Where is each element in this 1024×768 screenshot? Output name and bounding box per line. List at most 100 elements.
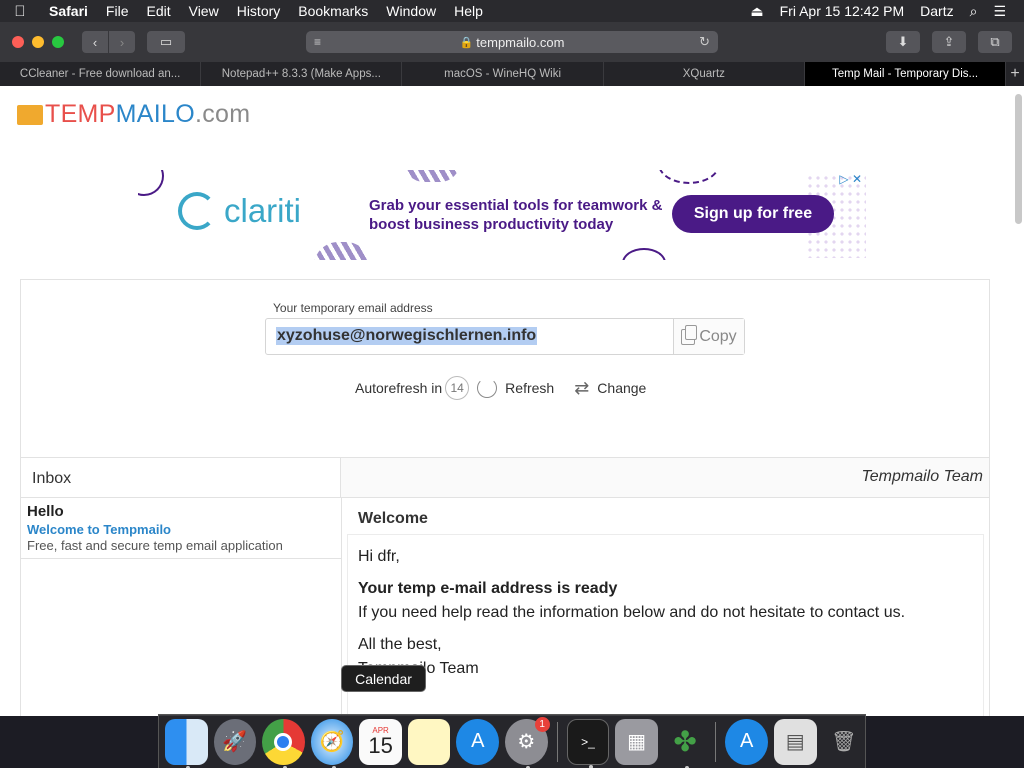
app-store-icon[interactable]: A [456, 718, 500, 765]
message-closing: All the best, [358, 636, 442, 653]
minimize-window-button[interactable] [32, 36, 44, 48]
dock-tooltip: Calendar [341, 665, 426, 692]
refresh-icon[interactable] [477, 378, 498, 398]
ad-choices-icon[interactable]: ▷ ✕ [839, 172, 862, 186]
address-bar[interactable]: ≡ 🔒 tempmailo.com ↻ [306, 31, 718, 53]
list-item-preview: Free, fast and secure temp email applica… [27, 538, 283, 553]
tab-tempmail[interactable]: Temp Mail - Temporary Dis... [804, 62, 1007, 86]
tab-ccleaner[interactable]: CCleaner - Free download an... [0, 62, 202, 86]
eject-icon[interactable]: ⏏ [742, 3, 771, 20]
lock-icon: 🔒 [459, 36, 474, 49]
share-icon[interactable]: ⇪ [932, 31, 966, 53]
decor-stripes [314, 242, 370, 260]
tab-bar: CCleaner - Free download an... Notepad++… [0, 62, 1024, 86]
tab-xquartz[interactable]: XQuartz [604, 62, 805, 86]
tab-winehq[interactable]: macOS - WineHQ Wiki [402, 62, 604, 86]
message-body: Hi dfr, Your temp e-mail address is read… [347, 534, 984, 716]
ad-brand: clariti [178, 192, 301, 230]
app-store-downloads-icon[interactable]: A [725, 718, 768, 765]
tab-overview-icon[interactable]: ⧉ [978, 31, 1012, 53]
zoom-window-button[interactable] [52, 36, 64, 48]
new-tab-button[interactable]: + [1006, 62, 1024, 86]
message-heading: Your temp e-mail address is ready [358, 580, 618, 597]
logo-text-com: .com [194, 100, 251, 128]
chrome-icon[interactable] [262, 718, 305, 768]
notification-badge: 1 [534, 716, 550, 732]
ad-headline: Grab your essential tools for teamwork &… [369, 197, 663, 233]
message-sender-title: Tempmailo Team [861, 468, 983, 485]
inbox-header: Inbox Tempmailo Team [21, 457, 989, 498]
menu-view[interactable]: View [180, 3, 228, 19]
terminal-icon[interactable]: >_ [566, 718, 610, 768]
ad-signup-button[interactable]: Sign up for free [672, 195, 834, 233]
decor-arc [622, 248, 666, 260]
autorefresh-label: Autorefresh in [355, 380, 443, 396]
list-item-subject: Welcome to Tempmailo [27, 522, 171, 537]
launchpad-icon[interactable]: 🚀 [213, 718, 257, 765]
copy-button[interactable]: Copy [673, 319, 744, 354]
safari-icon[interactable]: 🧭 [310, 718, 354, 768]
menu-window[interactable]: Window [377, 3, 445, 19]
notes-icon[interactable] [407, 718, 451, 765]
menu-edit[interactable]: Edit [137, 3, 179, 19]
menu-bookmarks[interactable]: Bookmarks [289, 3, 377, 19]
logo-text-temp: TEMP [45, 100, 116, 128]
safari-toolbar: ‹ › ▭ ≡ 🔒 tempmailo.com ↻ ⬇ ⇪ ⧉ [0, 22, 1024, 62]
forward-button[interactable]: › [109, 31, 135, 53]
inbox-title: Inbox [21, 458, 341, 497]
system-preferences-icon[interactable]: ⚙ 1 [505, 716, 550, 768]
address-text: tempmailo.com [476, 34, 565, 50]
reader-view-icon[interactable]: ≡ [314, 35, 321, 49]
tab-notepad[interactable]: Notepad++ 8.3.3 (Make Apps... [201, 62, 403, 86]
ad-close-icon[interactable]: ✕ [852, 172, 862, 186]
change-button[interactable]: Change [597, 380, 646, 396]
message-greeting: Hi dfr, [358, 548, 400, 565]
menu-clock[interactable]: Fri Apr 15 12:42 PM [772, 3, 913, 19]
page-scrollbar[interactable] [1015, 94, 1022, 224]
downloads-icon[interactable]: ⬇ [886, 31, 920, 53]
message-text: If you need help read the information be… [358, 604, 906, 621]
mailbox-card: Your temporary email address xyzohuse@no… [20, 279, 990, 716]
menu-history[interactable]: History [228, 3, 290, 19]
menu-file[interactable]: File [97, 3, 138, 19]
advertisement-banner[interactable]: clariti Grab your essential tools for te… [138, 170, 870, 260]
site-logo[interactable]: TEMP MAILO .com [17, 100, 250, 129]
email-field-group: xyzohuse@norwegischlernen.info Copy [265, 318, 745, 355]
reload-icon[interactable]: ↻ [699, 34, 710, 50]
autorefresh-countdown: 14 [445, 376, 470, 400]
decor-arc [138, 170, 164, 196]
email-address-field[interactable]: xyzohuse@norwegischlernen.info [276, 327, 538, 345]
calendar-day: 15 [368, 733, 393, 758]
list-item-from: Hello [27, 503, 64, 520]
archive-utility-icon[interactable]: ▦ [615, 718, 658, 765]
trash-icon[interactable]: 🗑 [823, 719, 866, 765]
clariti-logo-icon [178, 192, 216, 230]
crossover-icon[interactable]: ✤ [664, 719, 707, 768]
decor-arc [658, 170, 720, 184]
menu-bar:  Safari File Edit View History Bookmark… [0, 0, 1024, 22]
document-icon[interactable]: ▤ [773, 718, 817, 765]
change-icon[interactable]: ⇄ [574, 378, 589, 399]
refresh-button[interactable]: Refresh [505, 380, 554, 396]
spotlight-search-icon[interactable]: ⌕ [962, 3, 986, 20]
decor-stripes [404, 170, 460, 182]
inbox-list-item[interactable]: Hello Welcome to Tempmailo Free, fast an… [21, 498, 341, 559]
message-signature: Tempmailo Team [358, 660, 479, 677]
back-button[interactable]: ‹ [82, 31, 108, 53]
close-window-button[interactable] [12, 36, 24, 48]
notification-center-icon[interactable]: ☰ [985, 3, 1014, 20]
logo-text-mailo: MAILO [115, 100, 195, 128]
copy-label: Copy [699, 327, 737, 345]
calendar-icon[interactable]: APR 15 [359, 718, 402, 765]
window-controls [12, 36, 64, 48]
web-page: TEMP MAILO .com clariti Grab your essentia… [0, 86, 1024, 716]
sidebar-toggle-icon[interactable]: ▭ [147, 31, 185, 53]
email-label: Your temporary email address [273, 301, 433, 315]
menu-user[interactable]: Dartz [912, 3, 961, 19]
menu-help[interactable]: Help [445, 3, 492, 19]
menu-app-safari[interactable]: Safari [40, 3, 97, 19]
apple-menu-icon[interactable]:  [0, 3, 40, 20]
finder-icon[interactable] [165, 718, 208, 768]
ad-brand-name: clariti [224, 192, 302, 229]
mailbox-actions: Autorefresh in 14 Refresh ⇄ Change [355, 376, 646, 400]
